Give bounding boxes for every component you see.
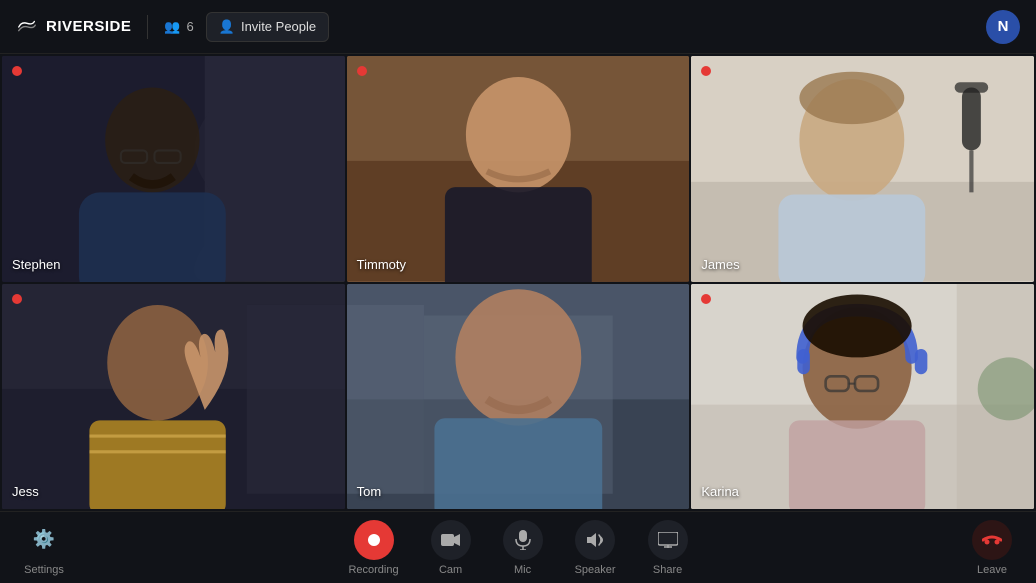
video-cell-tom: Tom xyxy=(347,284,690,510)
recording-label: Recording xyxy=(348,564,398,576)
rec-indicator-karina xyxy=(701,294,711,304)
video-bg-jess xyxy=(2,284,345,510)
share-button[interactable]: Share xyxy=(648,520,688,576)
settings-icon: ⚙️ xyxy=(24,520,64,560)
mic-label: Mic xyxy=(514,564,531,576)
cam-label: Cam xyxy=(439,564,462,576)
participant-name-james: James xyxy=(701,257,739,272)
video-bg-tom xyxy=(347,284,690,510)
record-svg xyxy=(366,532,382,548)
video-cell-timmoty: Timmoty xyxy=(347,56,690,282)
speaker-svg xyxy=(585,531,605,549)
video-bg-stephen xyxy=(2,56,345,282)
speaker-button[interactable]: Speaker xyxy=(575,520,616,576)
video-bg-james xyxy=(691,56,1034,282)
rec-indicator-stephen xyxy=(12,66,22,76)
rec-indicator-timmoty xyxy=(357,66,367,76)
logo: RIVERSIDE xyxy=(16,16,131,38)
leave-icon xyxy=(972,520,1012,560)
mic-button[interactable]: Mic xyxy=(503,520,543,576)
invite-label: Invite People xyxy=(241,19,316,34)
cam-icon xyxy=(431,520,471,560)
video-grid: Stephen Timmoty xyxy=(0,54,1036,511)
user-avatar[interactable]: N xyxy=(986,10,1020,44)
invite-people-button[interactable]: 👤 Invite People xyxy=(206,12,329,42)
speaker-icon xyxy=(575,520,615,560)
participant-name-jess: Jess xyxy=(12,484,39,499)
video-cell-karina: Karina xyxy=(691,284,1034,510)
speaker-label: Speaker xyxy=(575,564,616,576)
recording-button[interactable]: Recording xyxy=(348,520,398,576)
header-divider xyxy=(147,15,148,39)
mic-svg xyxy=(515,530,531,550)
riverside-logo-icon xyxy=(16,16,38,38)
record-icon xyxy=(354,520,394,560)
participants-count: 👥 6 xyxy=(164,19,193,35)
video-bg-timmoty xyxy=(347,56,690,282)
mic-icon xyxy=(503,520,543,560)
settings-button[interactable]: ⚙️ Settings xyxy=(24,520,64,576)
video-cell-james: James xyxy=(691,56,1034,282)
video-bg-karina xyxy=(691,284,1034,510)
header: RIVERSIDE 👥 6 👤 Invite People N xyxy=(0,0,1036,54)
participants-icon: 👥 xyxy=(164,19,180,35)
participants-number: 6 xyxy=(187,19,194,34)
share-label: Share xyxy=(653,564,682,576)
invite-icon: 👤 xyxy=(219,19,235,35)
phone-end-svg xyxy=(982,532,1002,548)
cam-button[interactable]: Cam xyxy=(431,520,471,576)
leave-button[interactable]: Leave xyxy=(972,520,1012,576)
participant-name-stephen: Stephen xyxy=(12,257,60,272)
user-initial: N xyxy=(998,18,1009,35)
participant-name-tom: Tom xyxy=(357,484,382,499)
share-svg xyxy=(658,532,678,548)
share-icon xyxy=(648,520,688,560)
video-cell-jess: Jess xyxy=(2,284,345,510)
rec-indicator-jess xyxy=(12,294,22,304)
logo-text: RIVERSIDE xyxy=(46,18,131,35)
participant-name-karina: Karina xyxy=(701,484,739,499)
toolbar: ⚙️ Settings Recording Cam xyxy=(0,511,1036,583)
cam-svg xyxy=(441,532,461,548)
participant-name-timmoty: Timmoty xyxy=(357,257,406,272)
video-cell-stephen: Stephen xyxy=(2,56,345,282)
settings-label: Settings xyxy=(24,564,64,576)
leave-label: Leave xyxy=(977,564,1007,576)
